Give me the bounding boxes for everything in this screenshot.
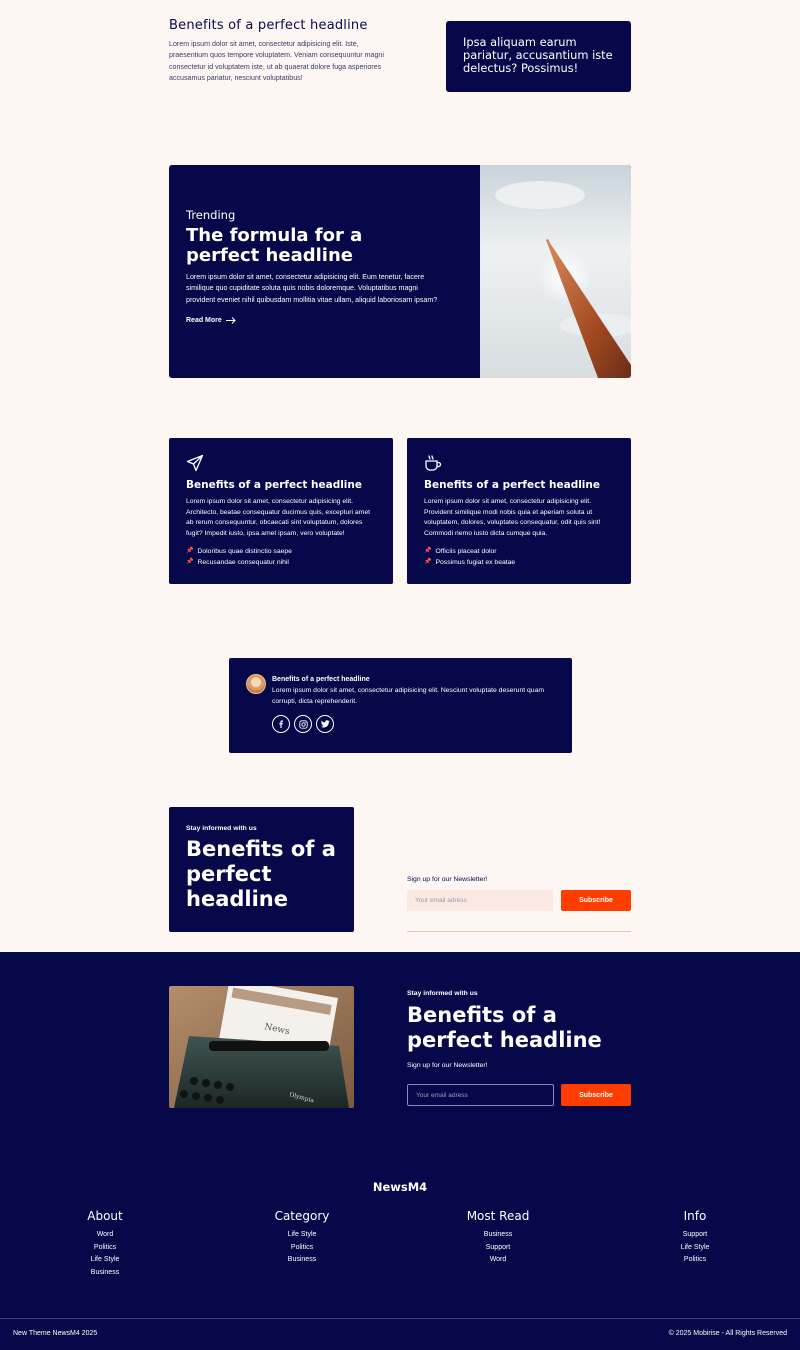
testimonial-quote: Lorem ipsum dolor sit amet, consectetur … bbox=[272, 687, 545, 705]
pin-icon: 📌 bbox=[424, 558, 432, 565]
list-item-label: Recusandae consequatur nihil bbox=[197, 558, 289, 566]
hero-kicker: Trending bbox=[186, 208, 236, 222]
hero-text: Lorem ipsum dolor sit amet, consectetur … bbox=[186, 273, 438, 304]
list-item: 📌 Officiis placeat dolor bbox=[424, 546, 614, 557]
coffee-cup-icon bbox=[425, 455, 442, 471]
dark-subscribe-button[interactable]: Subscribe bbox=[561, 1084, 631, 1106]
feature-card-1: Benefits of a perfect headline Lorem ips… bbox=[169, 438, 393, 584]
pin-icon: 📌 bbox=[186, 558, 194, 565]
feature-card-title: Benefits of a perfect headline bbox=[186, 479, 363, 491]
footer-link[interactable]: Business bbox=[242, 1254, 362, 1267]
social-links bbox=[272, 715, 334, 733]
footer-link[interactable]: Business bbox=[45, 1267, 165, 1280]
intro-title: Benefits of a perfect headline bbox=[169, 18, 368, 33]
footer-column-title: Category bbox=[274, 1209, 330, 1223]
list-item-label: Possimus fugiat ex beatae bbox=[435, 558, 516, 566]
feature-card-list: 📌 Officiis placeat dolor 📌 Possimus fugiat… bbox=[424, 546, 614, 568]
hero-title: The formula for a perfect headline bbox=[186, 225, 363, 266]
feature-card-list: 📌 Doloribus quae distinctio saepe 📌 Recusa… bbox=[186, 546, 376, 568]
twitter-icon[interactable] bbox=[316, 715, 334, 733]
newsletter-title: Benefits of a perfect headline bbox=[186, 837, 336, 911]
footer-link[interactable]: Life Style bbox=[635, 1242, 755, 1255]
typewriter-image: News Olympia bbox=[169, 986, 354, 1108]
footer-link[interactable]: Support bbox=[438, 1242, 558, 1255]
newsletter-kicker: Stay informed with us bbox=[186, 825, 257, 832]
footer-link[interactable]: Word bbox=[45, 1229, 165, 1242]
read-more-label: Read More bbox=[186, 317, 222, 324]
dark-newsletter-title: Benefits of a perfect headline bbox=[407, 1003, 602, 1052]
footer-link[interactable]: Politics bbox=[45, 1242, 165, 1255]
read-more-link[interactable]: Read More bbox=[186, 317, 236, 324]
footer-column-category: Category Life Style Politics Business bbox=[242, 1209, 362, 1267]
footer-column-title: About bbox=[87, 1209, 123, 1223]
list-item: 📌 Recusandae consequatur nihil bbox=[186, 557, 376, 568]
dark-footer-section: News Olympia Stay informed with us Benef… bbox=[0, 952, 800, 1350]
dark-email-field[interactable] bbox=[407, 1084, 554, 1106]
email-field[interactable] bbox=[407, 890, 553, 911]
testimonial-name: Benefits of a perfect headline bbox=[272, 676, 370, 683]
footer-theme-text: New Theme NewsM4 2025 bbox=[13, 1330, 98, 1337]
intro-block: Benefits of a perfect headline Lorem ips… bbox=[169, 18, 391, 84]
footer-link[interactable]: Business bbox=[438, 1229, 558, 1242]
divider bbox=[407, 931, 631, 932]
testimonial-card: Benefits of a perfect headline Lorem ips… bbox=[229, 658, 572, 753]
footer-link[interactable]: Word bbox=[438, 1254, 558, 1267]
feature-card-text: Lorem ipsum dolor sit amet, consectetur … bbox=[424, 498, 601, 538]
list-item-label: Officiis placeat dolor bbox=[435, 547, 497, 555]
feature-card-title: Benefits of a perfect headline bbox=[424, 479, 601, 491]
intro-highlight-text: Ipsa aliquam earum pariatur, accusantium… bbox=[463, 35, 613, 75]
list-item: 📌 Possimus fugiat ex beatae bbox=[424, 557, 614, 568]
newsletter-label: Sign up for our Newsletter! bbox=[407, 876, 488, 883]
list-item-label: Doloribus quae distinctio saepe bbox=[197, 547, 292, 555]
footer-link[interactable]: Life Style bbox=[45, 1254, 165, 1267]
trending-hero: Trending The formula for a perfect headl… bbox=[169, 165, 631, 378]
intro-text: Lorem ipsum dolor sit amet, consectetur … bbox=[169, 40, 384, 82]
arrow-right-icon bbox=[225, 317, 236, 324]
footer-link[interactable]: Politics bbox=[635, 1254, 755, 1267]
footer-copyright: © 2025 Mobirise - All Rights Reserved bbox=[668, 1330, 787, 1337]
footer-link[interactable]: Politics bbox=[242, 1242, 362, 1255]
subscribe-button[interactable]: Subscribe bbox=[561, 890, 631, 911]
footer-brand: NewsM4 bbox=[372, 1180, 428, 1194]
footer-column-info: Info Support Life Style Politics bbox=[635, 1209, 755, 1267]
footer-link[interactable]: Life Style bbox=[242, 1229, 362, 1242]
paper-plane-icon bbox=[186, 454, 204, 472]
list-item: 📌 Doloribus quae distinctio saepe bbox=[186, 546, 376, 557]
newsletter-promo-box: Stay informed with us Benefits of a perf… bbox=[169, 807, 354, 932]
intro-highlight-box: Ipsa aliquam earum pariatur, accusantium… bbox=[446, 21, 631, 92]
avatar bbox=[246, 674, 266, 694]
footer-column-title: Info bbox=[683, 1209, 707, 1223]
facebook-icon[interactable] bbox=[272, 715, 290, 733]
footer-divider bbox=[0, 1318, 800, 1319]
footer-link[interactable]: Support bbox=[635, 1229, 755, 1242]
footer-column-title: Most Read bbox=[466, 1209, 530, 1223]
dark-newsletter-label: Sign up for our Newsletter! bbox=[407, 1062, 488, 1069]
monument-image bbox=[480, 165, 631, 378]
pin-icon: 📌 bbox=[186, 547, 194, 554]
dark-newsletter-kicker: Stay informed with us bbox=[407, 990, 478, 997]
feature-card-2: Benefits of a perfect headline Lorem ips… bbox=[407, 438, 631, 584]
instagram-icon[interactable] bbox=[294, 715, 312, 733]
footer-column-most-read: Most Read Business Support Word bbox=[438, 1209, 558, 1267]
feature-card-text: Lorem ipsum dolor sit amet, consectetur … bbox=[186, 498, 370, 538]
footer-column-about: About Word Politics Life Style Business bbox=[45, 1209, 165, 1279]
pin-icon: 📌 bbox=[424, 547, 432, 554]
